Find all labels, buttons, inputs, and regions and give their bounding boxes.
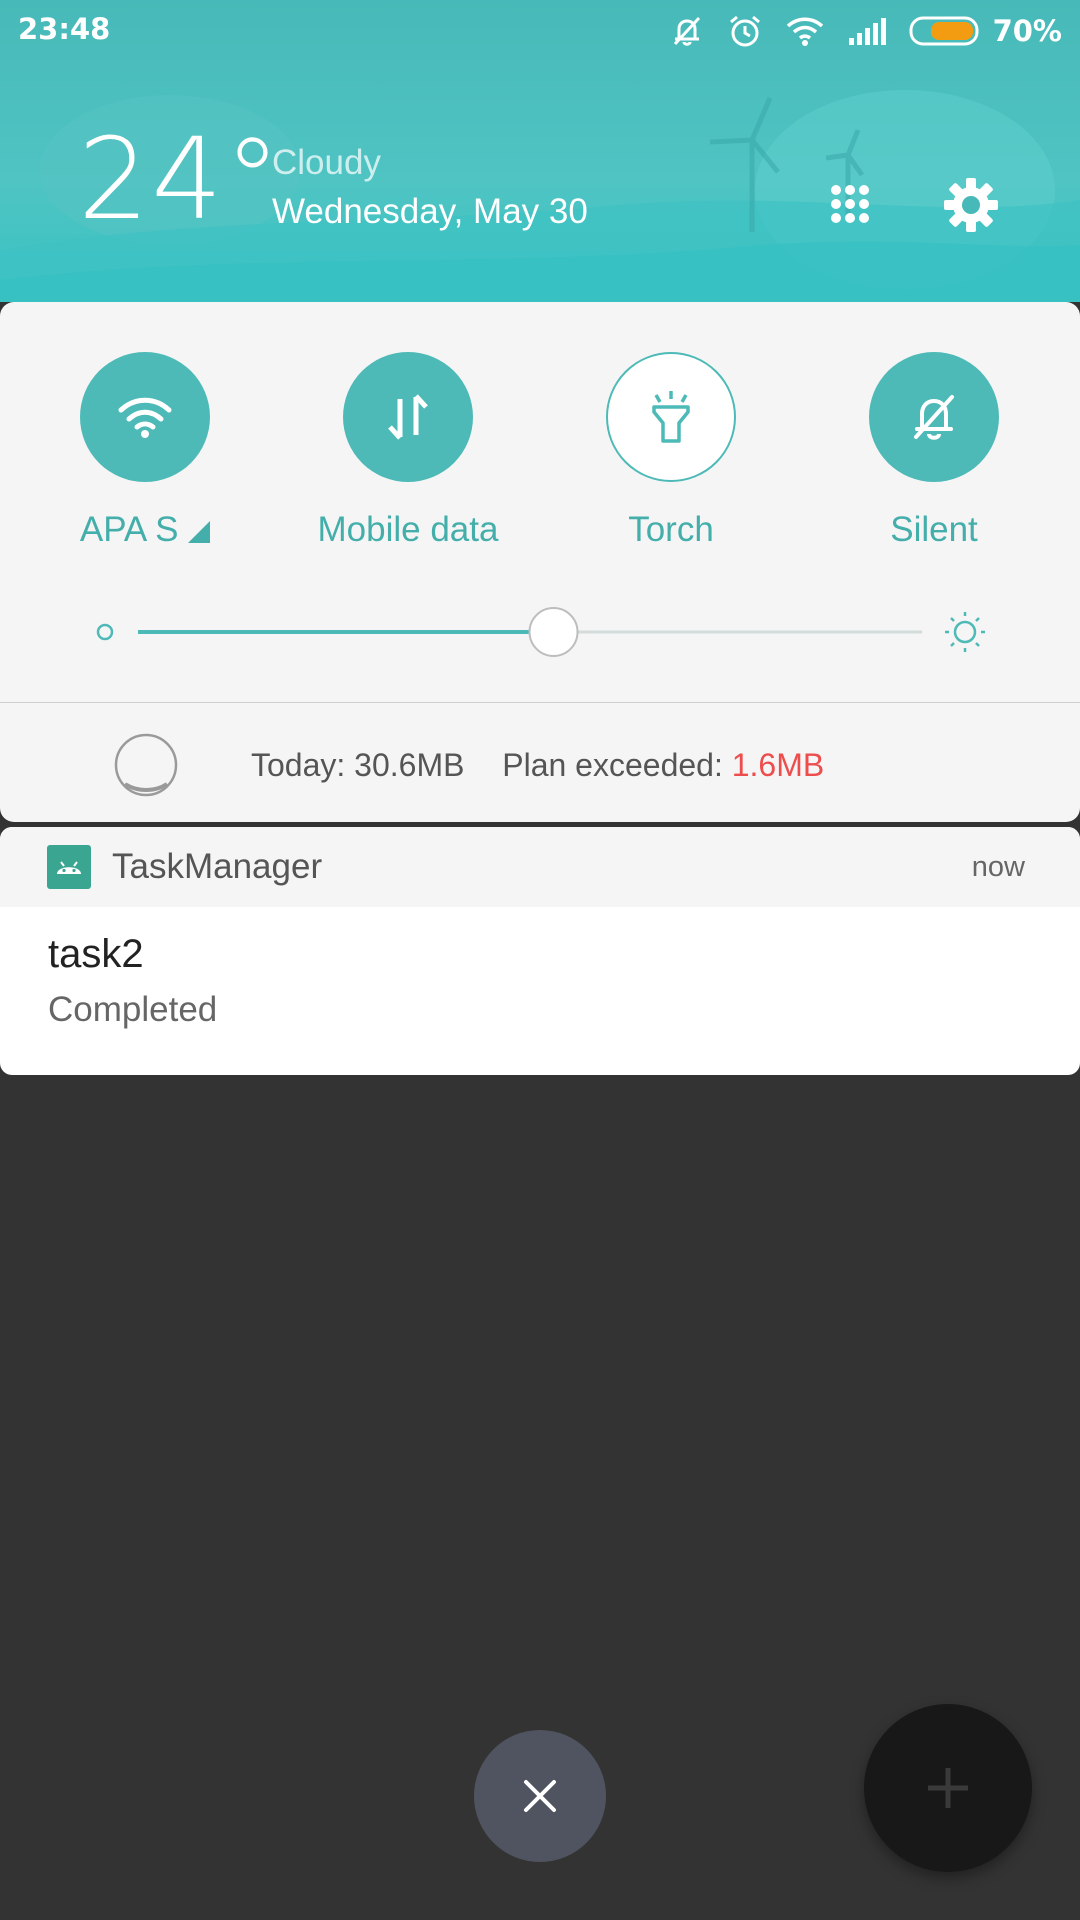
- toggle-silent-label: Silent: [890, 510, 978, 549]
- notification-card[interactable]: TaskManager now task2 Completed: [0, 827, 1080, 1075]
- notification-header: TaskManager now: [0, 827, 1080, 907]
- notification-title: task2: [48, 932, 144, 976]
- brightness-thumb[interactable]: [528, 607, 579, 657]
- weather-date: Wednesday, May 30: [272, 192, 588, 231]
- notification-text: Completed: [48, 990, 218, 1029]
- status-bar: 23:48 70%: [0, 0, 1080, 60]
- weather-header: 23:48 70% 24° Cloudy Wednesday, May 30: [0, 0, 1080, 302]
- settings-button[interactable]: [942, 176, 1000, 239]
- weather-condition: Cloudy: [272, 143, 381, 182]
- plus-icon: [928, 1768, 968, 1808]
- toggle-torch[interactable]: Torch: [551, 352, 791, 550]
- brightness-slider[interactable]: [0, 602, 1080, 662]
- clear-notifications-button[interactable]: [474, 1730, 606, 1862]
- battery-icon: [909, 16, 979, 46]
- today-usage: Today: 30.6MB: [251, 747, 465, 783]
- toggle-mobile-data-label: Mobile data: [317, 510, 499, 549]
- grid-menu-button[interactable]: [826, 180, 882, 241]
- silent-bell-icon: [673, 16, 700, 46]
- brightness-high-icon: [945, 612, 985, 652]
- quick-settings-panel: APA S Mobile data Torch Silent Today: 30…: [0, 302, 1080, 822]
- data-usage-text: Today: 30.6MB Plan exceeded: 1.6MB: [251, 747, 824, 784]
- torch-icon: [652, 391, 690, 443]
- silent-bell-icon: [914, 395, 954, 440]
- toggle-torch-label: Torch: [628, 510, 714, 549]
- signal-icon: [848, 18, 886, 45]
- android-app-icon: [47, 845, 91, 889]
- data-usage-gauge-icon: [114, 733, 178, 797]
- brightness-low-icon: [96, 623, 114, 641]
- toggle-wifi-label: APA S: [79, 510, 179, 549]
- alarm-clock-icon: [729, 15, 760, 47]
- wifi-icon: [118, 397, 172, 438]
- temperature: 24°: [78, 115, 283, 245]
- plan-exceeded-label: Plan exceeded:: [502, 747, 732, 783]
- grid-menu-icon: [831, 185, 869, 223]
- data-usage-row[interactable]: Today: 30.6MB Plan exceeded: 1.6MB: [0, 704, 1080, 822]
- mobile-data-toggle-circle[interactable]: [343, 352, 473, 482]
- wifi-icon: [786, 17, 823, 46]
- toggle-mobile-data[interactable]: Mobile data: [288, 352, 528, 550]
- notification-app-name: TaskManager: [112, 847, 323, 886]
- status-time: 23:48: [18, 12, 111, 46]
- add-task-button[interactable]: [864, 1704, 1032, 1872]
- toggle-silent[interactable]: Silent: [814, 352, 1054, 550]
- wifi-toggle-circle[interactable]: [80, 352, 210, 482]
- plan-exceeded-value: 1.6MB: [731, 747, 825, 783]
- notification-time: now: [971, 851, 1025, 883]
- torch-toggle-circle[interactable]: [606, 352, 736, 482]
- silent-toggle-circle[interactable]: [869, 352, 999, 482]
- toggle-wifi[interactable]: APA S: [25, 352, 265, 550]
- close-icon: [524, 1780, 556, 1812]
- divider: [0, 702, 1080, 703]
- signal-corner-icon: [188, 521, 211, 543]
- battery-percent: 70%: [992, 14, 1062, 48]
- mobile-data-icon: [388, 394, 428, 440]
- settings-gear-icon: [944, 178, 998, 232]
